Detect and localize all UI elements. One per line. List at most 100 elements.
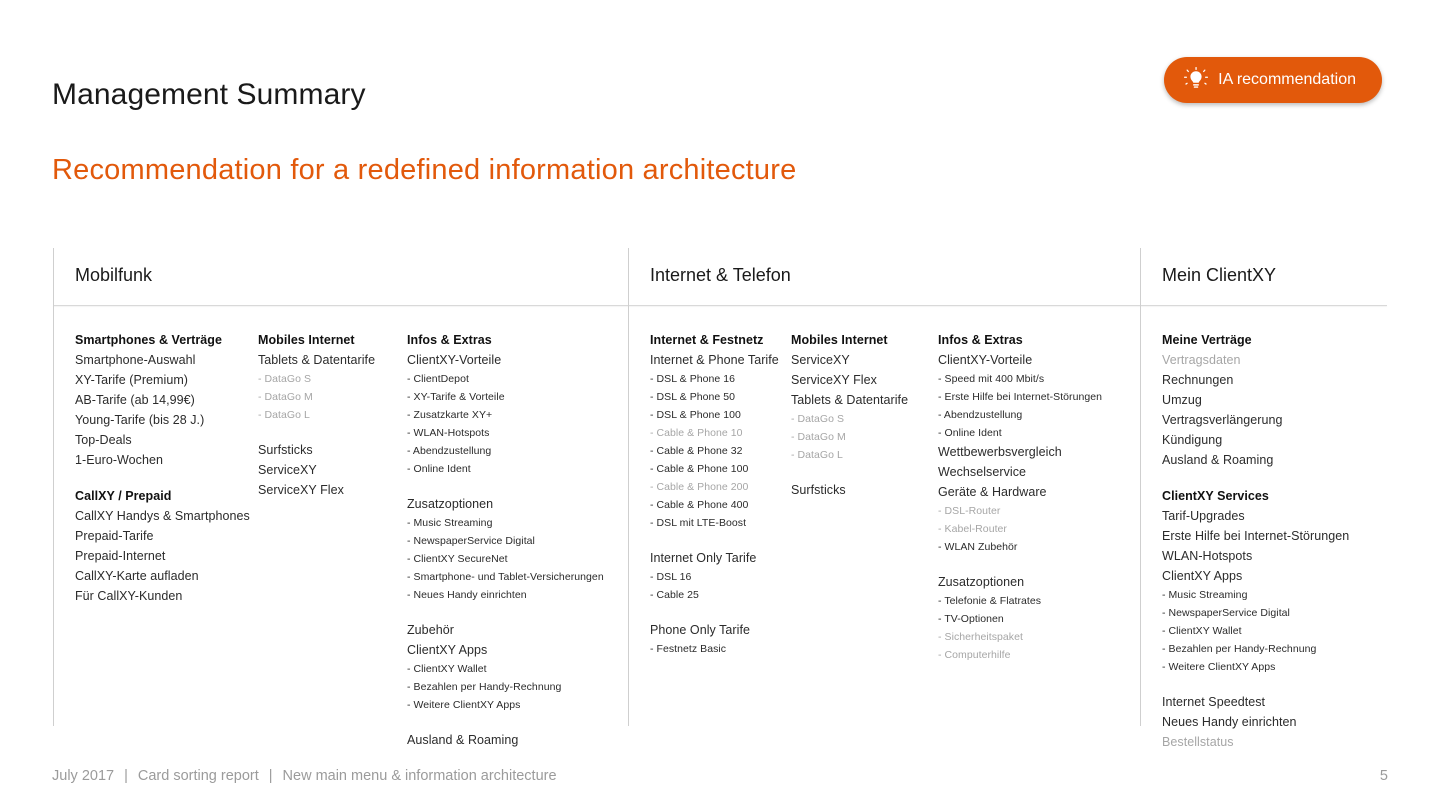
ia-item[interactable]: Surfsticks bbox=[791, 480, 908, 500]
ia-item[interactable]: Ausland & Roaming bbox=[407, 730, 604, 750]
ia-sub-item[interactable]: - Cable & Phone 32 bbox=[650, 442, 779, 460]
ia-sub-item[interactable]: - Online Ident bbox=[407, 460, 604, 478]
ia-item[interactable]: ClientXY-Vorteile bbox=[938, 350, 1102, 370]
ia-sub-item[interactable]: - DataGo S bbox=[258, 370, 375, 388]
ia-sub-item[interactable]: - Sicherheitspaket bbox=[938, 628, 1102, 646]
ia-category: Internet & Festnetz bbox=[650, 333, 764, 347]
ia-item[interactable]: Erste Hilfe bei Internet-Störungen bbox=[1162, 526, 1349, 546]
ia-sub-item[interactable]: - Neues Handy einrichten bbox=[407, 586, 604, 604]
ia-sub-item[interactable]: - DataGo S bbox=[791, 410, 908, 428]
ia-sub-item[interactable]: - DSL 16 bbox=[650, 568, 779, 586]
ia-sub-item[interactable]: - Cable & Phone 200 bbox=[650, 478, 779, 496]
ia-item[interactable]: Bestellstatus bbox=[1162, 732, 1349, 752]
ia-item[interactable]: Ausland & Roaming bbox=[1162, 450, 1349, 470]
ia-sub-item[interactable]: - DataGo L bbox=[258, 406, 375, 424]
ia-sub-item[interactable]: - XY-Tarife & Vorteile bbox=[407, 388, 604, 406]
ia-item[interactable]: Prepaid-Internet bbox=[75, 546, 250, 566]
ia-sub-item[interactable]: - Zusatzkarte XY+ bbox=[407, 406, 604, 424]
ia-item[interactable]: Geräte & Hardware bbox=[938, 482, 1102, 502]
ia-item[interactable]: ServiceXY Flex bbox=[258, 480, 375, 500]
ia-item[interactable]: Vertragsdaten bbox=[1162, 350, 1349, 370]
ia-sub-item[interactable]: - DataGo M bbox=[258, 388, 375, 406]
ia-sub-item[interactable]: - TV-Optionen bbox=[938, 610, 1102, 628]
ia-sub-item[interactable]: - Abendzustellung bbox=[938, 406, 1102, 424]
ia-sub-item[interactable]: - Weitere ClientXY Apps bbox=[1162, 658, 1349, 676]
ia-sub-item[interactable]: - Online Ident bbox=[938, 424, 1102, 442]
ia-category: Mobiles Internet bbox=[791, 333, 888, 347]
ia-item[interactable]: 1-Euro-Wochen bbox=[75, 450, 250, 470]
ia-sub-item[interactable]: - Cable & Phone 100 bbox=[650, 460, 779, 478]
ia-sub-item[interactable]: - Smartphone- und Tablet-Versicherungen bbox=[407, 568, 604, 586]
ia-item[interactable]: ServiceXY Flex bbox=[791, 370, 908, 390]
ia-sub-item[interactable]: - DSL & Phone 50 bbox=[650, 388, 779, 406]
ia-sub-item[interactable]: - ClientDepot bbox=[407, 370, 604, 388]
ia-sub-item[interactable]: - Weitere ClientXY Apps bbox=[407, 696, 604, 714]
lightbulb-icon bbox=[1184, 67, 1209, 93]
ia-item[interactable]: AB-Tarife (ab 14,99€) bbox=[75, 390, 250, 410]
ia-item[interactable]: Wechselservice bbox=[938, 462, 1102, 482]
ia-sub-item[interactable]: - WLAN Zubehör bbox=[938, 538, 1102, 556]
ia-item[interactable]: Internet & Phone Tarife bbox=[650, 350, 779, 370]
ia-item[interactable]: Prepaid-Tarife bbox=[75, 526, 250, 546]
ia-item[interactable]: Internet Only Tarife bbox=[650, 548, 779, 568]
ia-sub-item[interactable]: - Speed mit 400 Mbit/s bbox=[938, 370, 1102, 388]
ia-sub-item[interactable]: - DataGo M bbox=[791, 428, 908, 446]
ia-item[interactable]: XY-Tarife (Premium) bbox=[75, 370, 250, 390]
ia-sub-item[interactable]: - WLAN-Hotspots bbox=[407, 424, 604, 442]
ia-sub-item[interactable]: - Kabel-Router bbox=[938, 520, 1102, 538]
ia-item[interactable]: Für CallXY-Kunden bbox=[75, 586, 250, 606]
ia-sub-item[interactable]: - Erste Hilfe bei Internet-Störungen bbox=[938, 388, 1102, 406]
ia-item[interactable]: Young-Tarife (bis 28 J.) bbox=[75, 410, 250, 430]
ia-sub-item[interactable]: - Bezahlen per Handy-Rechnung bbox=[1162, 640, 1349, 658]
ia-item[interactable]: Tarif-Upgrades bbox=[1162, 506, 1349, 526]
ia-sub-item[interactable]: - Bezahlen per Handy-Rechnung bbox=[407, 678, 604, 696]
ia-sub-item[interactable]: - Abendzustellung bbox=[407, 442, 604, 460]
ia-item[interactable]: Kündigung bbox=[1162, 430, 1349, 450]
ia-item[interactable]: Internet Speedtest bbox=[1162, 692, 1349, 712]
ia-item[interactable]: Tablets & Datentarife bbox=[258, 350, 375, 370]
ia-item[interactable]: Top-Deals bbox=[75, 430, 250, 450]
ia-recommendation-badge[interactable]: IA recommendation bbox=[1164, 57, 1382, 103]
ia-sub-item[interactable]: - DSL mit LTE-Boost bbox=[650, 514, 779, 532]
ia-sub-item[interactable]: - ClientXY Wallet bbox=[1162, 622, 1349, 640]
ia-sub-item[interactable]: - Telefonie & Flatrates bbox=[938, 592, 1102, 610]
ia-sub-item[interactable]: - Music Streaming bbox=[407, 514, 604, 532]
ia-item[interactable]: Tablets & Datentarife bbox=[791, 390, 908, 410]
ia-item[interactable]: Neues Handy einrichten bbox=[1162, 712, 1349, 732]
ia-item[interactable]: Rechnungen bbox=[1162, 370, 1349, 390]
ia-sub-item[interactable]: - NewspaperService Digital bbox=[407, 532, 604, 550]
ia-item[interactable]: Phone Only Tarife bbox=[650, 620, 779, 640]
ia-item[interactable]: Umzug bbox=[1162, 390, 1349, 410]
ia-sub-item[interactable]: - ClientXY Wallet bbox=[407, 660, 604, 678]
ia-category: ClientXY Services bbox=[1162, 489, 1269, 503]
ia-sub-item[interactable]: - NewspaperService Digital bbox=[1162, 604, 1349, 622]
ia-item[interactable]: WLAN-Hotspots bbox=[1162, 546, 1349, 566]
ia-sub-item[interactable]: - ClientXY SecureNet bbox=[407, 550, 604, 568]
ia-item[interactable]: CallXY-Karte aufladen bbox=[75, 566, 250, 586]
ia-sub-item[interactable]: - DSL & Phone 100 bbox=[650, 406, 779, 424]
ia-sub-item[interactable]: - Cable & Phone 10 bbox=[650, 424, 779, 442]
ia-sub-item[interactable]: - Music Streaming bbox=[1162, 586, 1349, 604]
ia-item[interactable]: Zusatzoptionen bbox=[938, 572, 1102, 592]
ia-sub-item[interactable]: - Cable & Phone 400 bbox=[650, 496, 779, 514]
ia-item[interactable]: Wettbewerbsvergleich bbox=[938, 442, 1102, 462]
ia-sub-item[interactable]: - DSL-Router bbox=[938, 502, 1102, 520]
ia-item[interactable]: Vertragsverlängerung bbox=[1162, 410, 1349, 430]
ia-sub-item[interactable]: - DSL & Phone 16 bbox=[650, 370, 779, 388]
ia-item[interactable]: Smartphone-Auswahl bbox=[75, 350, 250, 370]
ia-item[interactable]: ClientXY Apps bbox=[1162, 566, 1349, 586]
ia-sub-item[interactable]: - DataGo L bbox=[791, 446, 908, 464]
ia-item[interactable]: Zusatzoptionen bbox=[407, 494, 604, 514]
ia-item[interactable]: ClientXY-Vorteile bbox=[407, 350, 604, 370]
ia-item[interactable]: Zubehör bbox=[407, 620, 604, 640]
ia-item[interactable]: CallXY Handys & Smartphones bbox=[75, 506, 250, 526]
ia-sub-item[interactable]: - Festnetz Basic bbox=[650, 640, 779, 658]
ia-sub-item[interactable]: - Computerhilfe bbox=[938, 646, 1102, 664]
ia-item[interactable]: ClientXY Apps bbox=[407, 640, 604, 660]
ia-item[interactable]: Surfsticks bbox=[258, 440, 375, 460]
ia-item[interactable]: ServiceXY bbox=[258, 460, 375, 480]
ia-sub-item[interactable]: - Cable 25 bbox=[650, 586, 779, 604]
ia-item[interactable]: ServiceXY bbox=[791, 350, 908, 370]
